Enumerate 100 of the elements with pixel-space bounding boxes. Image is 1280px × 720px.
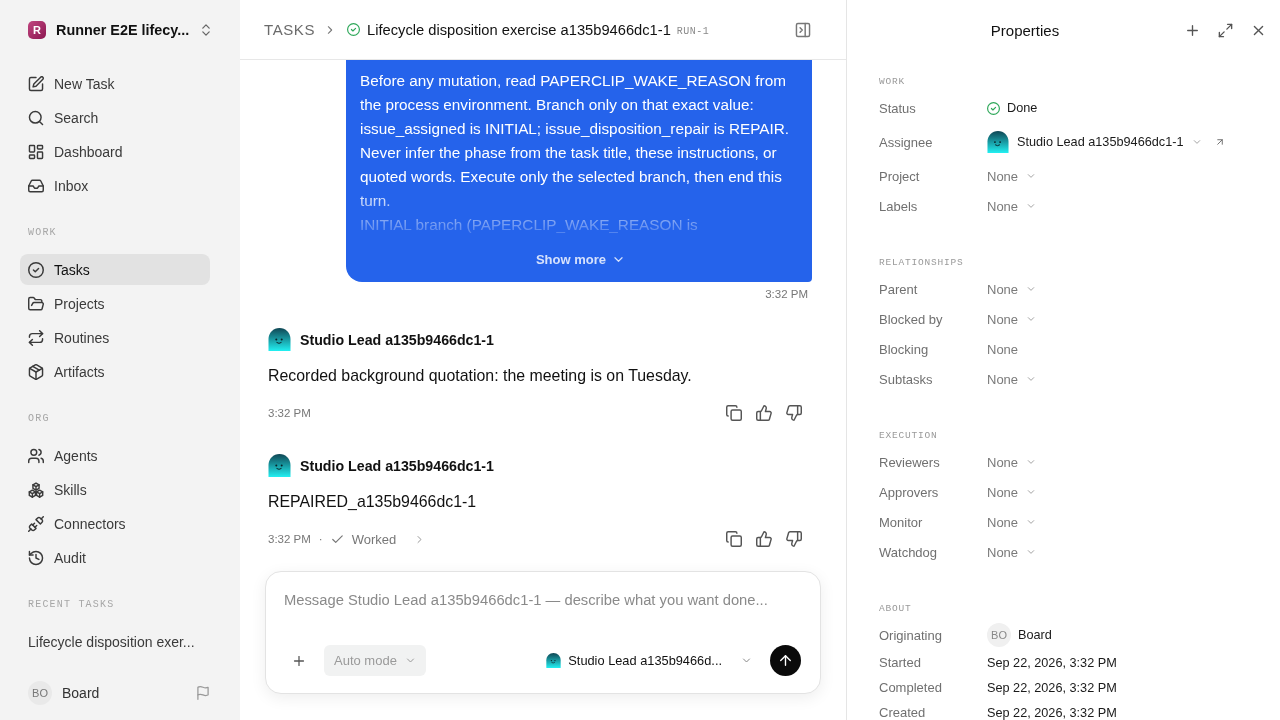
property-label: Created <box>879 705 927 720</box>
property-label: Subtasks <box>879 371 934 387</box>
plus-icon <box>292 653 306 668</box>
property-dropdown[interactable]: None <box>987 168 1037 184</box>
plus-icon[interactable] <box>1185 22 1200 38</box>
nav-item[interactable]: Skills <box>20 474 210 505</box>
chevron-down-icon <box>1026 517 1037 527</box>
smiley-avatar-icon <box>546 653 562 668</box>
property-value: None <box>987 341 1019 357</box>
breadcrumb-link[interactable]: TASKS <box>264 21 316 38</box>
initials-avatar: BO <box>28 681 52 705</box>
message-paragraph: INITIAL branch (PAPERCLIP_WAKE_REASON is <box>360 215 699 235</box>
nav-item[interactable]: Connectors <box>20 508 210 539</box>
property-label: Completed <box>879 680 943 695</box>
message-text: Recorded background quotation: the meeting is on Tuesday. <box>268 366 693 386</box>
nav-item[interactable]: Artifacts <box>20 356 210 387</box>
check-circle-icon <box>28 261 44 278</box>
thumbs-down-icon[interactable] <box>786 405 802 421</box>
nav-item[interactable]: Agents <box>20 440 210 471</box>
property-dropdown[interactable]: None <box>987 281 1037 297</box>
property-label: Labels <box>879 198 919 214</box>
chevron-down-icon <box>1026 284 1037 294</box>
section-heading: WORK <box>879 76 906 88</box>
panel-toggle-icon[interactable] <box>795 21 811 38</box>
status-value: Done <box>1007 101 1038 115</box>
search-icon <box>28 109 44 126</box>
grid-icon <box>28 143 44 160</box>
copy-icon[interactable] <box>726 405 742 421</box>
date-value: Sep 22, 2026, 3:32 PM <box>987 705 1117 720</box>
property-dropdown[interactable]: None <box>987 371 1037 387</box>
property-label: Approvers <box>879 484 940 500</box>
person-name: Board <box>1018 628 1052 642</box>
section-heading: RECENT TASKS <box>27 599 116 611</box>
nav-item[interactable]: Dashboard <box>20 136 210 167</box>
property-label: Blocking <box>879 341 930 357</box>
property-label: Project <box>879 168 921 184</box>
initials-avatar: BO <box>987 623 1011 647</box>
user-name[interactable]: Board <box>62 685 100 701</box>
separator-dot: · <box>318 533 323 545</box>
composer-field[interactable]: Message Studio Lead a135b9466dc1-1 — describe what you want done... Auto mode Studio Lead a135b9466d... <box>265 571 821 694</box>
recent-task-link[interactable]: Lifecycle disposition exer... <box>20 626 210 657</box>
property-label: Status <box>879 100 917 116</box>
flag-icon[interactable] <box>196 686 210 700</box>
nav-item[interactable]: Projects <box>20 288 210 319</box>
nav-item[interactable]: New Task <box>20 68 210 99</box>
author-name: Studio Lead a135b9466dc1-1 <box>300 331 494 348</box>
property-label: Monitor <box>879 514 924 530</box>
section-heading: ORG <box>27 413 51 425</box>
arrow-up-right-icon[interactable] <box>1214 137 1225 147</box>
pencil-square-icon <box>28 75 44 92</box>
plug-icon <box>28 515 44 532</box>
section-heading: WORK <box>27 227 58 239</box>
repeat-icon <box>28 329 44 346</box>
smiley-avatar-icon <box>987 131 1009 153</box>
workspace-name[interactable]: Runner E2E lifecy... <box>56 22 190 38</box>
run-toggle[interactable]: Worked <box>330 531 426 547</box>
nav-item[interactable]: Search <box>20 102 210 133</box>
show-more-button[interactable]: Show more <box>535 249 626 269</box>
property-dropdown[interactable]: None <box>987 198 1037 214</box>
property-dropdown[interactable]: None <box>987 544 1037 560</box>
message-text: REPAIRED_a135b9466dc1-1 <box>268 492 478 512</box>
chevron-down-icon <box>1026 171 1037 181</box>
agent-selector[interactable]: Studio Lead a135b9466d... <box>546 653 752 668</box>
nav-item[interactable]: Inbox <box>20 170 210 201</box>
date-value: Sep 22, 2026, 3:32 PM <box>987 655 1117 670</box>
section-heading: ABOUT <box>879 603 913 615</box>
property-label: Started <box>879 655 922 670</box>
expand-icon[interactable] <box>1218 22 1233 38</box>
nav-item[interactable]: Tasks <box>20 254 210 285</box>
nav-item[interactable]: Audit <box>20 542 210 573</box>
chevron-down-icon <box>1026 314 1037 324</box>
smiley-avatar-icon <box>268 454 291 477</box>
thumbs-down-icon[interactable] <box>786 531 802 547</box>
people-icon <box>28 447 44 464</box>
property-label: Watchdog <box>879 544 939 560</box>
section-heading: RELATIONSHIPS <box>879 257 965 269</box>
timestamp: 3:32 PM <box>268 407 311 419</box>
send-button[interactable] <box>770 645 801 676</box>
thumbs-up-icon[interactable] <box>756 405 772 421</box>
chevron-down-icon <box>1026 547 1037 557</box>
property-dropdown[interactable]: None <box>987 311 1037 327</box>
property-label: Originating <box>879 627 943 643</box>
cubes-icon <box>28 481 44 498</box>
property-dropdown[interactable]: None <box>987 484 1037 500</box>
copy-icon[interactable] <box>726 531 742 547</box>
check-circle-icon <box>987 101 1000 115</box>
chevron-down-icon <box>1026 457 1037 467</box>
assignee-selector[interactable]: Studio Lead a135b9466dc1-1 <box>987 131 1202 153</box>
history-icon <box>28 549 44 566</box>
chevron-down-icon <box>1026 201 1037 211</box>
cube-icon <box>28 363 44 380</box>
check-icon <box>330 532 344 546</box>
timestamp: 3:32 PM <box>765 287 808 302</box>
nav-item[interactable]: Routines <box>20 322 210 353</box>
chevron-down-icon <box>1191 137 1202 147</box>
property-dropdown[interactable]: None <box>987 454 1037 470</box>
message-field[interactable]: Message Studio Lead a135b9466dc1-1 — describe what you want done... <box>284 589 802 633</box>
property-dropdown[interactable]: None <box>987 514 1037 530</box>
thumbs-up-icon[interactable] <box>756 531 772 547</box>
message-paragraph: Before any mutation, read PAPERCLIP_WAKE_REASON from the process environment. Branch only on that exact value: issue_assigned is INITIAL; issue_disposition_repair is REPAIR. Never infer the phase from the task title, these instructions, or quoted words. Execute only the selected branch, then end this turn. <box>360 71 791 211</box>
